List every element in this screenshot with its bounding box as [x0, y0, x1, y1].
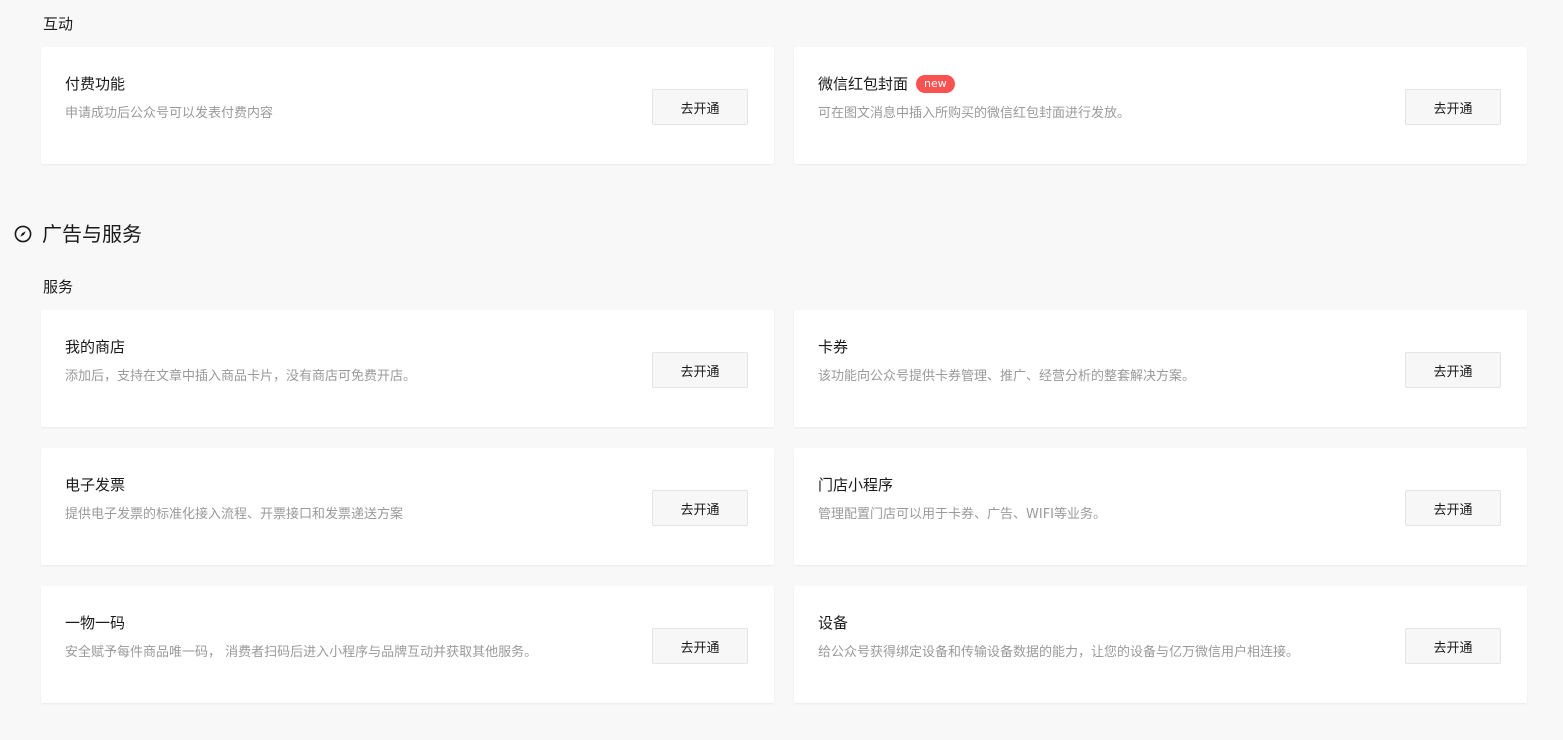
compass-icon — [14, 225, 32, 243]
open-button-store-miniprogram[interactable]: 去开通 — [1405, 490, 1501, 526]
card-title: 设备 — [818, 613, 848, 633]
card-coupons: 卡券 该功能向公众号提供卡券管理、推广、经营分析的整套解决方案。 去开通 — [794, 310, 1527, 427]
feature-settings-page: 互动 付费功能 申请成功后公众号可以发表付费内容 去开通 微信红包封面 new … — [0, 0, 1563, 740]
subsection-title-services: 服务 — [43, 278, 74, 296]
card-title: 我的商店 — [65, 337, 125, 357]
card-title: 门店小程序 — [818, 475, 893, 495]
card-my-store: 我的商店 添加后，支持在文章中插入商品卡片，没有商店可免费开店。 去开通 — [41, 310, 774, 427]
section-header-ads-services: 广告与服务 — [14, 222, 142, 246]
card-title-text: 微信红包封面 — [818, 75, 909, 93]
open-button-my-store[interactable]: 去开通 — [652, 352, 748, 388]
card-title-text: 卡券 — [818, 338, 849, 356]
card-desc: 添加后，支持在文章中插入商品卡片，没有商店可免费开店。 — [65, 369, 417, 384]
card-desc: 给公众号获得绑定设备和传输设备数据的能力，让您的设备与亿万微信用户相连接。 — [818, 645, 1300, 660]
open-button-one-item-one-code[interactable]: 去开通 — [652, 628, 748, 664]
card-paid-feature: 付费功能 申请成功后公众号可以发表付费内容 去开通 — [41, 47, 774, 164]
card-desc: 安全赋予每件商品唯一码， 消费者扫码后进入小程序与品牌互动并获取其他服务。 — [65, 645, 538, 660]
card-title: 卡券 — [818, 337, 848, 357]
new-badge: new — [916, 75, 955, 93]
card-title-text: 设备 — [818, 614, 849, 632]
card-title-text: 一物一码 — [65, 614, 126, 632]
card-title: 电子发票 — [65, 475, 125, 495]
card-title: 一物一码 — [65, 613, 125, 633]
subsection-title-interaction: 互动 — [43, 15, 74, 33]
open-button-coupons[interactable]: 去开通 — [1405, 352, 1501, 388]
card-desc: 管理配置门店可以用于卡券、广告、WIFI等业务。 — [818, 507, 1106, 522]
card-red-packet-cover: 微信红包封面 new 可在图文消息中插入所购买的微信红包封面进行发放。 去开通 — [794, 47, 1527, 164]
section-title: 广告与服务 — [42, 222, 142, 246]
card-one-item-one-code: 一物一码 安全赋予每件商品唯一码， 消费者扫码后进入小程序与品牌互动并获取其他服… — [41, 586, 774, 703]
card-store-miniprogram: 门店小程序 管理配置门店可以用于卡券、广告、WIFI等业务。 去开通 — [794, 448, 1527, 565]
card-desc: 该功能向公众号提供卡券管理、推广、经营分析的整套解决方案。 — [818, 369, 1196, 384]
card-title-text: 我的商店 — [65, 338, 126, 356]
open-button-red-packet-cover[interactable]: 去开通 — [1405, 89, 1501, 125]
open-button-devices[interactable]: 去开通 — [1405, 628, 1501, 664]
card-e-invoice: 电子发票 提供电子发票的标准化接入流程、开票接口和发票递送方案 去开通 — [41, 448, 774, 565]
card-desc: 可在图文消息中插入所购买的微信红包封面进行发放。 — [818, 106, 1131, 121]
card-devices: 设备 给公众号获得绑定设备和传输设备数据的能力，让您的设备与亿万微信用户相连接。… — [794, 586, 1527, 703]
card-desc: 提供电子发票的标准化接入流程、开票接口和发票递送方案 — [65, 507, 404, 522]
card-title-text: 电子发票 — [65, 476, 126, 494]
card-desc: 申请成功后公众号可以发表付费内容 — [65, 106, 274, 121]
card-title-text: 付费功能 — [65, 75, 126, 93]
card-title-text: 门店小程序 — [818, 476, 894, 494]
card-title: 微信红包封面 new — [818, 74, 955, 94]
open-button-paid-feature[interactable]: 去开通 — [652, 89, 748, 125]
card-title: 付费功能 — [65, 74, 125, 94]
open-button-e-invoice[interactable]: 去开通 — [652, 490, 748, 526]
